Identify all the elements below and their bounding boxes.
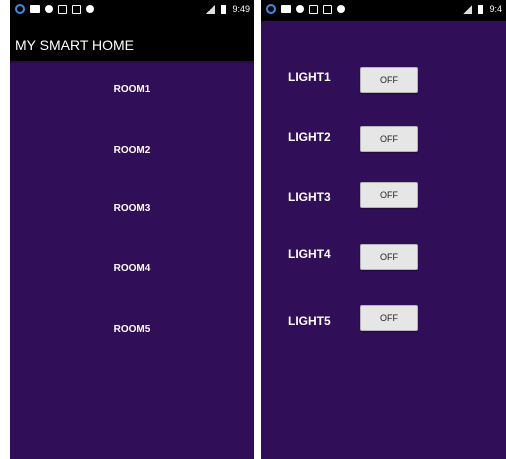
room-3-button[interactable]: ROOM3 <box>10 203 254 214</box>
image-icon <box>58 4 67 14</box>
settings-icon <box>45 5 53 13</box>
status-icons <box>15 4 94 14</box>
image-icon <box>309 4 318 14</box>
tools-icon <box>323 4 332 14</box>
room-4-button[interactable]: ROOM4 <box>10 263 254 274</box>
status-right: 9:4 <box>463 4 502 14</box>
battery-icon <box>221 4 227 14</box>
media-icon <box>30 5 40 13</box>
light-control-screen: 9:4 LIGHT1 OFF LIGHT2 OFF LIGHT3 OFF LIG… <box>261 0 506 459</box>
light-1-label: LIGHT1 <box>288 70 331 84</box>
notification-icon <box>266 4 276 14</box>
light-4-label: LIGHT4 <box>288 247 331 261</box>
light-1-toggle-button[interactable]: OFF <box>360 67 418 93</box>
light-3-toggle-button[interactable]: OFF <box>360 182 418 208</box>
app-title: MY SMART HOME <box>15 37 135 53</box>
notification-icon <box>15 4 25 14</box>
light-2-toggle-button[interactable]: OFF <box>360 126 418 152</box>
room-list-screen: 9:49 MY SMART HOME ROOM1 ROOM2 ROOM3 ROO… <box>10 0 254 459</box>
light-2-label: LIGHT2 <box>288 130 331 144</box>
tools-icon <box>72 4 81 14</box>
light-3-label: LIGHT3 <box>288 190 331 204</box>
status-bar: 9:49 <box>10 0 254 21</box>
status-bar: 9:4 <box>261 0 506 21</box>
light-4-toggle-button[interactable]: OFF <box>360 244 418 270</box>
app-bar: MY SMART HOME <box>10 21 254 63</box>
room-1-button[interactable]: ROOM1 <box>10 84 254 95</box>
battery-icon <box>478 4 484 14</box>
room-2-button[interactable]: ROOM2 <box>10 145 254 156</box>
status-time: 9:49 <box>232 4 250 14</box>
alarm-icon <box>86 5 94 13</box>
signal-icon <box>463 4 473 14</box>
media-icon <box>281 5 291 13</box>
status-time: 9:4 <box>489 4 502 14</box>
light-5-toggle-button[interactable]: OFF <box>360 305 418 331</box>
settings-icon <box>296 5 304 13</box>
signal-icon <box>206 4 216 14</box>
light-5-label: LIGHT5 <box>288 314 331 328</box>
status-right: 9:49 <box>206 4 250 14</box>
alarm-icon <box>337 5 345 13</box>
room-5-button[interactable]: ROOM5 <box>10 324 254 335</box>
status-icons <box>266 4 345 14</box>
